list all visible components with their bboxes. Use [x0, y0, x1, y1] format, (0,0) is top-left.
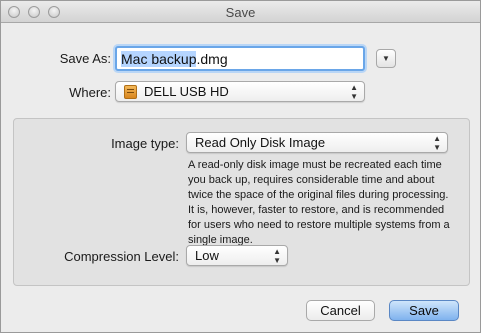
compression-level-label: Compression Level: [64, 249, 179, 264]
up-down-arrows-icon: ▲ ▼ [273, 247, 281, 265]
where-selected-value: DELL USB HD [144, 84, 229, 99]
image-type-label: Image type: [111, 136, 179, 151]
where-label: Where: [69, 85, 111, 100]
save-button[interactable]: Save [389, 300, 459, 321]
up-down-arrows-icon: ▲ ▼ [433, 134, 441, 152]
image-type-selected-value: Read Only Disk Image [195, 135, 326, 150]
compression-selected-value: Low [195, 248, 219, 263]
save-as-label: Save As: [59, 51, 111, 66]
cancel-button[interactable]: Cancel [306, 300, 375, 321]
file-name-extension: .dmg [196, 51, 228, 67]
up-down-arrows-icon: ▲ ▼ [350, 83, 358, 101]
expand-browser-button[interactable]: ▼ [376, 49, 396, 68]
image-type-description: A read-only disk image must be recreated… [188, 159, 450, 246]
window-title: Save [225, 5, 256, 20]
file-name-selected-text: Mac backup [121, 51, 197, 67]
where-popup[interactable]: DELL USB HD ▲ ▼ [115, 81, 365, 102]
image-type-popup[interactable]: Read Only Disk Image ▲ ▼ [186, 132, 448, 153]
external-drive-icon [124, 85, 137, 99]
file-name-field[interactable]: Mac backup.dmg [115, 46, 365, 71]
title-bar: Save [1, 1, 480, 23]
save-dialog: Save Save As: Mac backup.dmg ▼ Where: DE… [0, 0, 481, 333]
compression-level-popup[interactable]: Low ▲ ▼ [186, 245, 288, 266]
disclosure-down-icon: ▼ [382, 54, 390, 63]
